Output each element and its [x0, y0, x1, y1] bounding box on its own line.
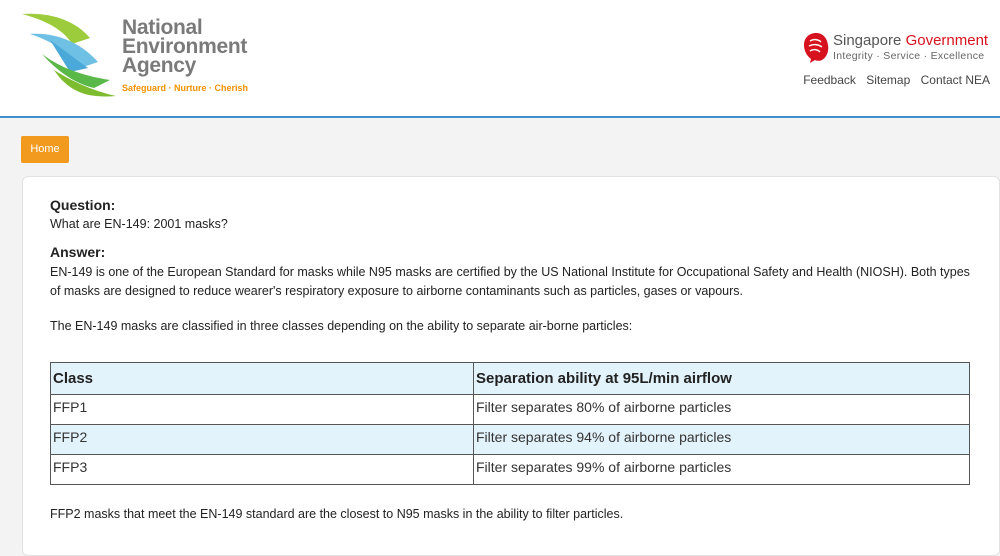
nea-swirl-icon [22, 13, 116, 97]
table-row: FFP3 Filter separates 99% of airborne pa… [50, 454, 970, 485]
column-header-class: Class [50, 362, 474, 395]
home-button[interactable]: Home [21, 136, 69, 163]
answer-label: Answer: [50, 244, 106, 260]
lion-head-icon [804, 33, 829, 63]
class-cell: FFP3 [50, 454, 474, 485]
gov-motto: Integrity · Service · Excellence [833, 50, 985, 62]
question-text: What are EN-149: 2001 masks? [50, 217, 228, 231]
table-row: FFP2 Filter separates 94% of airborne pa… [50, 424, 970, 455]
nea-wordmark: National Environment Agency [122, 17, 247, 77]
closing-text: FFP2 masks that meet the EN-149 standard… [50, 507, 624, 521]
table-header-row: Class Separation ability at 95L/min airf… [50, 362, 970, 395]
site-header: National Environment Agency Safeguard · … [0, 0, 1000, 118]
contact-nea-link[interactable]: Contact NEA [921, 73, 990, 87]
column-header-separation: Separation ability at 95L/min airflow [473, 362, 970, 395]
sitemap-link[interactable]: Sitemap [866, 73, 910, 87]
singapore-government-logo[interactable]: Singapore Government Integrity · Service… [802, 30, 992, 66]
logo-tagline: Safeguard · Nurture · Cherish [122, 83, 249, 93]
table-row: FFP1 Filter separates 80% of airborne pa… [50, 394, 970, 425]
nea-logo[interactable]: National Environment Agency Safeguard · … [20, 10, 260, 102]
feedback-link[interactable]: Feedback [803, 73, 856, 87]
separation-cell: Filter separates 94% of airborne particl… [473, 424, 970, 455]
separation-cell: Filter separates 99% of airborne particl… [473, 454, 970, 485]
answer-text: EN-149 is one of the European Standard f… [50, 265, 970, 298]
class-cell: FFP2 [50, 424, 474, 455]
question-label: Question: [50, 197, 116, 213]
utility-links: Feedback Sitemap Contact NEA [796, 73, 990, 87]
classes-intro: The EN-149 masks are classified in three… [50, 319, 633, 333]
class-cell: FFP1 [50, 394, 474, 425]
gov-name-part2: Government [905, 32, 989, 49]
logo-line-3: Agency [122, 54, 197, 77]
separation-cell: Filter separates 80% of airborne particl… [473, 394, 970, 425]
mask-class-table: Class Separation ability at 95L/min airf… [50, 362, 970, 485]
gov-name-part1: Singapore [833, 32, 906, 49]
gov-name: Singapore Government [833, 32, 988, 49]
